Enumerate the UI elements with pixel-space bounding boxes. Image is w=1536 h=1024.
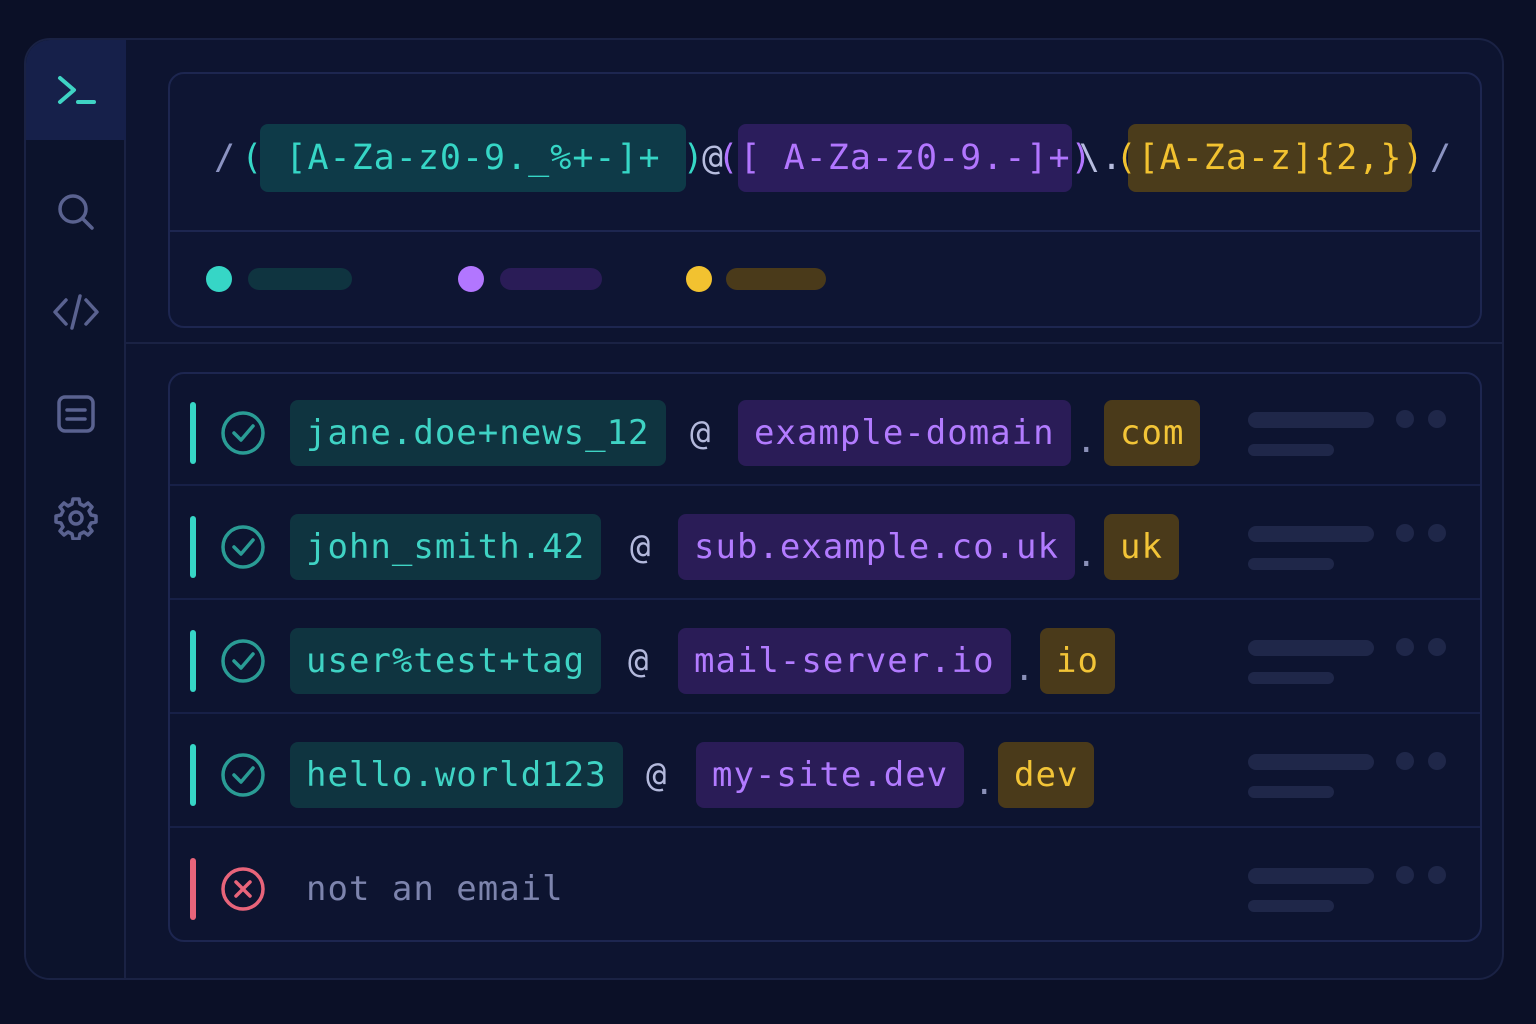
section-divider bbox=[126, 342, 1502, 344]
check-circle-icon bbox=[221, 753, 265, 797]
match-at-symbol: @ bbox=[628, 641, 649, 681]
app-window: / ( [A-Za-z0-9._%+-]+ ) @ ([ A-Za-z0-9.-… bbox=[24, 38, 1504, 980]
sidebar bbox=[26, 40, 126, 978]
match-user-part: hello.world123 bbox=[290, 742, 623, 808]
row-meta-placeholder bbox=[1248, 672, 1334, 684]
match-indicator bbox=[190, 402, 196, 464]
document-icon bbox=[57, 395, 95, 433]
result-row[interactable]: user%test+tag @ mail-server.io . io bbox=[170, 602, 1480, 714]
sidebar-item-settings[interactable] bbox=[26, 468, 126, 568]
check-circle-icon bbox=[221, 411, 265, 455]
legend-bar-group2 bbox=[500, 268, 602, 290]
pattern-group-tld[interactable]: ([A-Za-z]{2,}) bbox=[1116, 124, 1424, 192]
non-matching-text: not an email bbox=[306, 869, 564, 909]
row-meta-placeholder bbox=[1248, 786, 1334, 798]
pattern-group-domain[interactable]: ([ A-Za-z0-9.-]+) bbox=[717, 124, 1092, 192]
match-tld-part: com bbox=[1104, 400, 1201, 466]
pattern-open-delimiter: / bbox=[213, 138, 237, 178]
match-user-part: user%test+tag bbox=[290, 628, 602, 694]
match-indicator bbox=[190, 516, 196, 578]
result-row[interactable]: hello.world123 @ my-site.dev . dev bbox=[170, 716, 1480, 828]
legend-dot-group1 bbox=[206, 266, 232, 292]
row-meta-placeholder bbox=[1248, 526, 1374, 542]
match-domain-part: my-site.dev bbox=[696, 742, 965, 808]
sidebar-item-code[interactable] bbox=[26, 262, 126, 362]
search-icon bbox=[58, 194, 94, 230]
pattern-close-delimiter: / bbox=[1429, 138, 1453, 178]
row-meta-placeholder bbox=[1248, 558, 1334, 570]
result-row[interactable]: john_smith.42 @ sub.example.co.uk . uk bbox=[170, 488, 1480, 600]
match-tld-part: dev bbox=[998, 742, 1095, 808]
row-meta-placeholder bbox=[1248, 868, 1374, 884]
group-legend bbox=[170, 234, 1480, 328]
match-at-symbol: @ bbox=[690, 413, 711, 453]
pattern-group-username[interactable]: ( [A-Za-z0-9._%+-]+ ) bbox=[241, 124, 704, 192]
result-row[interactable]: jane.doe+news_12 @ example-domain . com bbox=[170, 374, 1480, 486]
sidebar-item-document[interactable] bbox=[26, 364, 126, 464]
result-row[interactable]: not an email bbox=[170, 830, 1480, 940]
terminal-icon bbox=[58, 76, 96, 104]
match-tld-part: uk bbox=[1104, 514, 1179, 580]
sidebar-item-search[interactable] bbox=[26, 162, 126, 262]
row-meta-placeholder bbox=[1248, 444, 1334, 456]
row-action-dot[interactable] bbox=[1396, 866, 1414, 884]
x-circle-icon bbox=[221, 867, 265, 911]
row-action-dot[interactable] bbox=[1396, 752, 1414, 770]
check-circle-icon bbox=[221, 525, 265, 569]
match-dot: . bbox=[1076, 535, 1097, 575]
row-meta-placeholder bbox=[1248, 412, 1374, 428]
match-domain-part: example-domain bbox=[738, 400, 1071, 466]
legend-bar-group1 bbox=[248, 268, 352, 290]
match-domain-part: mail-server.io bbox=[678, 628, 1011, 694]
match-at-symbol: @ bbox=[630, 527, 651, 567]
row-action-dot[interactable] bbox=[1428, 752, 1446, 770]
no-match-indicator bbox=[190, 858, 196, 920]
row-action-dot[interactable] bbox=[1428, 410, 1446, 428]
match-user-part: john_smith.42 bbox=[290, 514, 602, 580]
match-indicator bbox=[190, 630, 196, 692]
row-action-dot[interactable] bbox=[1428, 638, 1446, 656]
gear-icon bbox=[54, 497, 98, 540]
match-dot: . bbox=[974, 763, 995, 803]
legend-dot-group2 bbox=[458, 266, 484, 292]
row-meta-placeholder bbox=[1248, 640, 1374, 656]
code-icon bbox=[53, 294, 99, 330]
match-indicator bbox=[190, 744, 196, 806]
test-results-list: jane.doe+news_12 @ example-domain . com … bbox=[168, 372, 1482, 942]
match-user-part: jane.doe+news_12 bbox=[290, 400, 666, 466]
regex-pattern-panel: / ( [A-Za-z0-9._%+-]+ ) @ ([ A-Za-z0-9.-… bbox=[168, 72, 1482, 328]
row-meta-placeholder bbox=[1248, 900, 1334, 912]
match-domain-part: sub.example.co.uk bbox=[678, 514, 1075, 580]
row-meta-placeholder bbox=[1248, 754, 1374, 770]
row-action-dot[interactable] bbox=[1396, 638, 1414, 656]
match-at-symbol: @ bbox=[646, 755, 667, 795]
row-action-dot[interactable] bbox=[1396, 410, 1414, 428]
legend-bar-group3 bbox=[726, 268, 826, 290]
match-dot: . bbox=[1014, 649, 1035, 689]
match-tld-part: io bbox=[1040, 628, 1115, 694]
row-action-dot[interactable] bbox=[1428, 524, 1446, 542]
regex-pattern-editor[interactable]: / ( [A-Za-z0-9._%+-]+ ) @ ([ A-Za-z0-9.-… bbox=[170, 74, 1480, 232]
row-action-dot[interactable] bbox=[1428, 866, 1446, 884]
match-dot: . bbox=[1076, 421, 1097, 461]
sidebar-item-terminal[interactable] bbox=[26, 40, 126, 140]
check-circle-icon bbox=[221, 639, 265, 683]
row-action-dot[interactable] bbox=[1396, 524, 1414, 542]
legend-dot-group3 bbox=[686, 266, 712, 292]
